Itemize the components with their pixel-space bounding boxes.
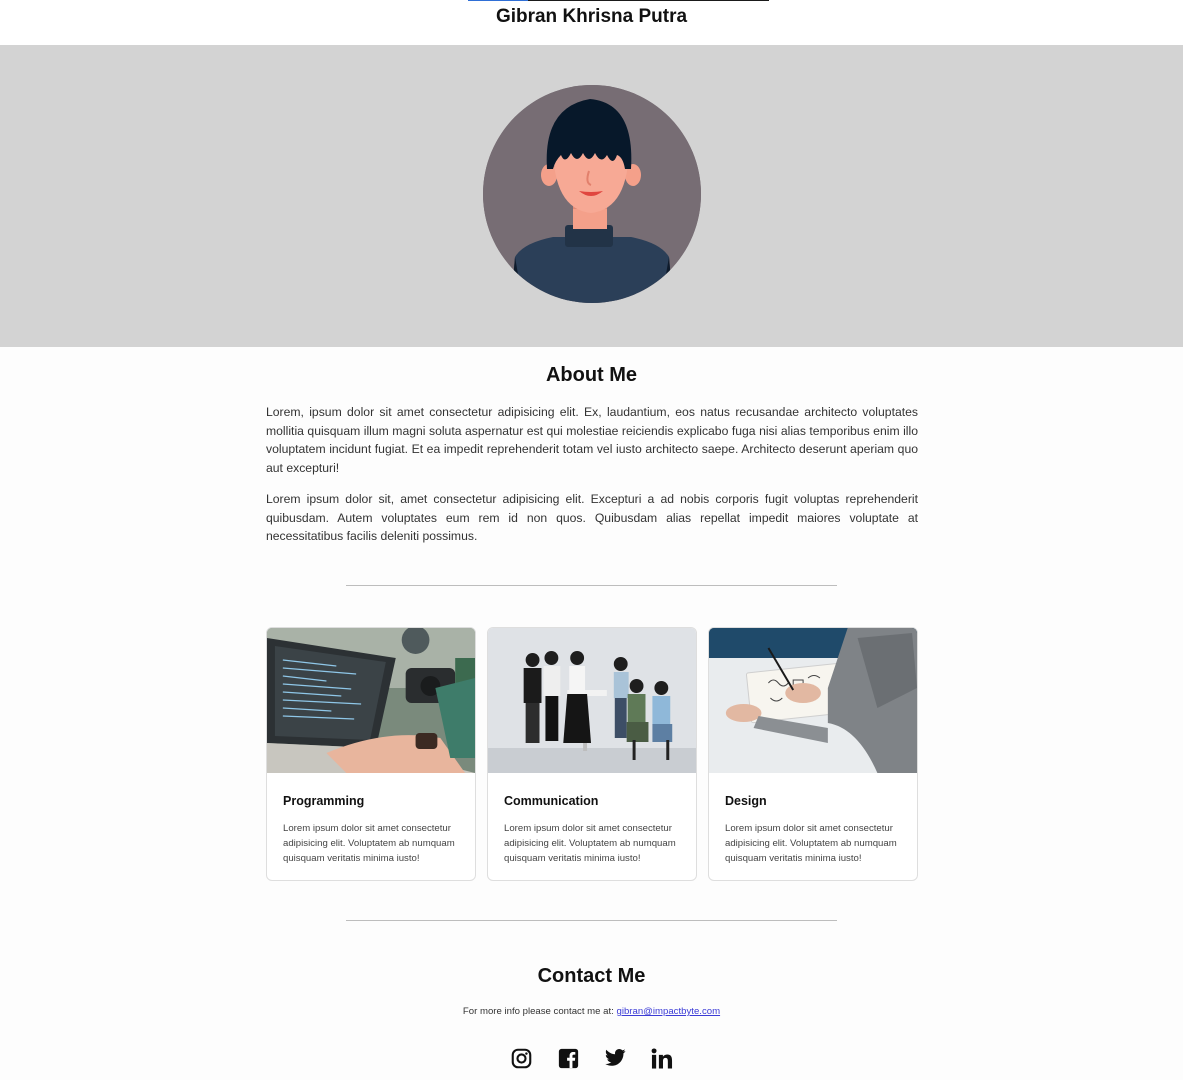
about-paragraph-2: Lorem ipsum dolor sit, amet consectetur … (266, 492, 918, 543)
section-divider (346, 920, 837, 921)
card-text: Lorem ipsum dolor sit amet consectetur a… (283, 823, 455, 864)
linkedin-icon[interactable] (651, 1046, 673, 1070)
site-title: Gibran Khrisna Putra (495, 6, 688, 27)
section-divider (346, 585, 837, 586)
sketching-photo (709, 628, 917, 773)
top-bar: Gibran Khrisna Putra (0, 0, 1183, 45)
facebook-icon[interactable] (557, 1046, 579, 1070)
top-accent-line-blue (468, 0, 528, 1)
skill-card-design: Design Lorem ipsum dolor sit amet consec… (708, 627, 918, 881)
instagram-icon[interactable] (510, 1046, 532, 1070)
hero-banner (0, 45, 1183, 347)
social-links (0, 1046, 1183, 1070)
team-meeting-photo (488, 628, 696, 773)
card-text: Lorem ipsum dolor sit amet consectetur a… (504, 823, 676, 864)
card-text: Lorem ipsum dolor sit amet consectetur a… (725, 823, 897, 864)
profile-avatar (483, 85, 701, 303)
about-title: About Me (545, 364, 638, 386)
contact-email-link[interactable]: gibran@impactbyte.com (616, 1006, 720, 1017)
skill-card-programming: Programming Lorem ipsum dolor sit amet c… (266, 627, 476, 881)
about-paragraph-1: Lorem, ipsum dolor sit amet consectetur … (266, 405, 918, 475)
avatar-illustration (483, 85, 701, 303)
laptop-photo (267, 628, 475, 773)
card-title: Design (725, 794, 767, 808)
card-title: Programming (283, 794, 365, 808)
twitter-icon[interactable] (604, 1046, 626, 1070)
card-title: Communication (504, 794, 599, 808)
contact-title: Contact Me (537, 965, 646, 987)
contact-info: For more info please contact me at: gibr… (0, 1006, 1183, 1017)
contact-text: For more info please contact me at: (462, 1006, 617, 1017)
skill-card-communication: Communication Lorem ipsum dolor sit amet… (487, 627, 697, 881)
